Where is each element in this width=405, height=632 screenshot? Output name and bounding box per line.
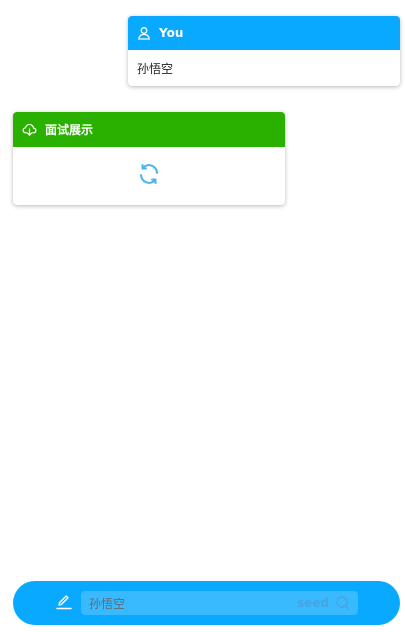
interview-card-header: 面试展示 (13, 112, 285, 147)
user-message-header: You (128, 16, 400, 50)
edit-icon[interactable] (55, 593, 73, 611)
interview-card-title: 面试展示 (45, 123, 94, 137)
user-message-card: You 孙悟空 (128, 16, 400, 86)
search-box: seed (81, 591, 358, 615)
user-message-body: 孙悟空 (137, 61, 174, 76)
interview-card-body (13, 147, 285, 205)
chat-input-bar: seed (13, 581, 400, 625)
sender-label: You (159, 26, 184, 40)
interview-card: 面试展示 (13, 112, 285, 205)
refresh-icon (137, 162, 161, 190)
chat-input[interactable] (81, 591, 281, 615)
cloud-download-icon (22, 122, 37, 137)
user-icon (137, 26, 151, 40)
send-button[interactable]: seed (297, 595, 329, 611)
search-icon[interactable] (335, 595, 351, 611)
